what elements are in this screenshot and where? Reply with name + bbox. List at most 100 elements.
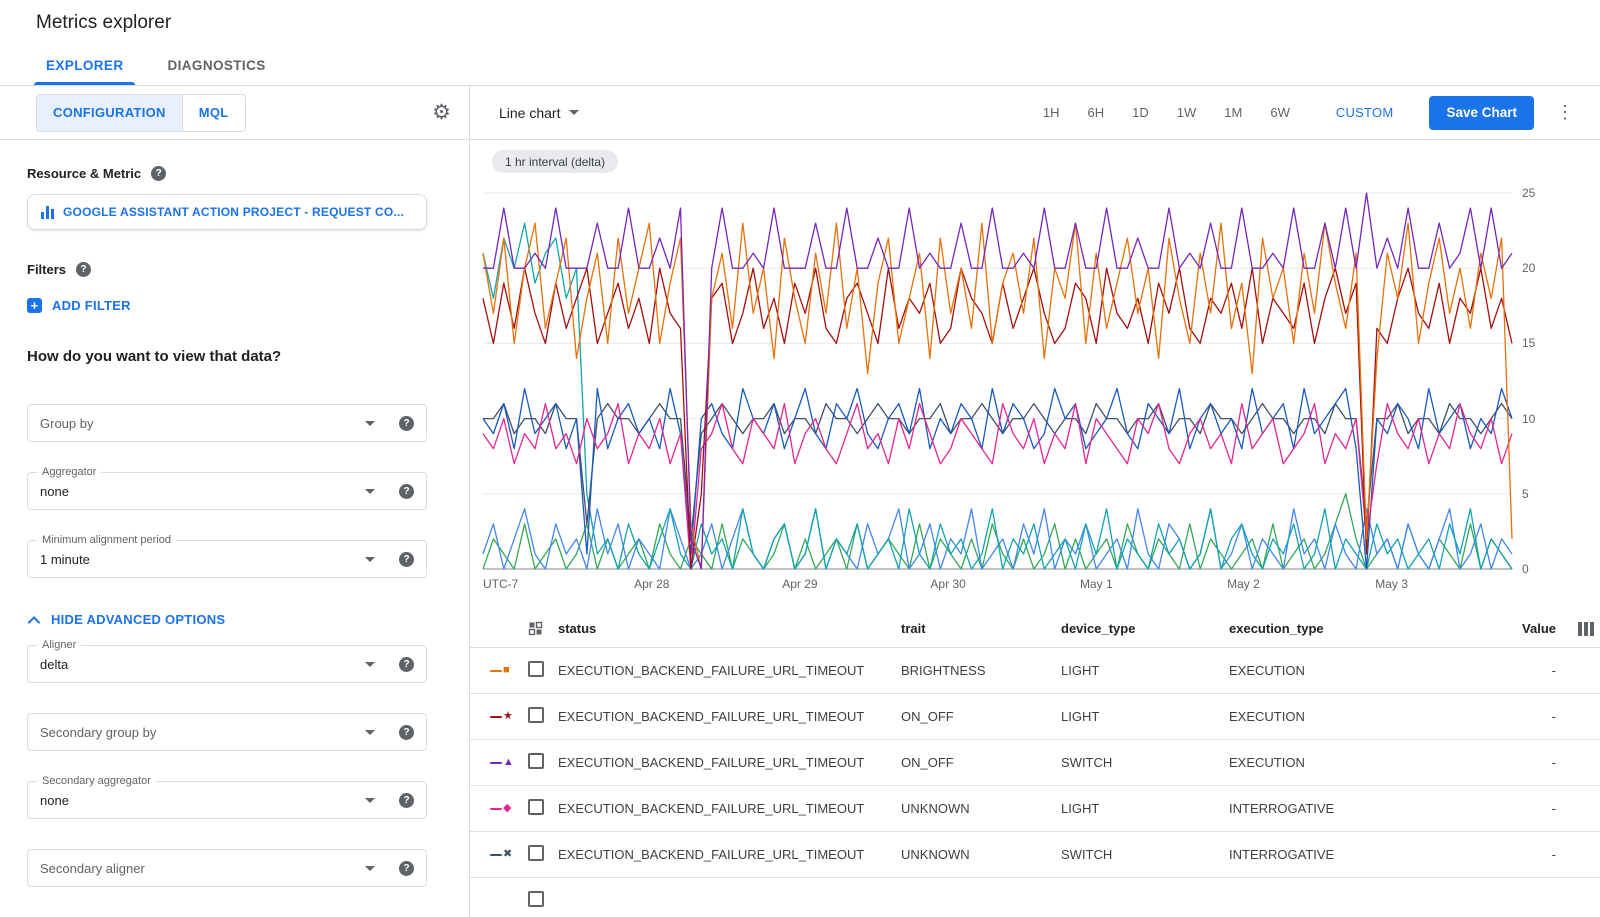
chart-panel: Line chart 1H 6H 1D 1W 1M 6W CUSTOM Save…: [470, 86, 1600, 917]
bar-chart-icon: [41, 205, 54, 219]
hide-advanced-options-button[interactable]: HIDE ADVANCED OPTIONS: [27, 610, 442, 628]
top-tabs: EXPLORER DIAGNOSTICS: [0, 45, 1600, 86]
aligner-value: delta: [40, 657, 365, 672]
series-line: [483, 223, 1512, 569]
row-device-type: SWITCH: [1061, 755, 1229, 770]
x-axis-labels: UTC-7Apr 28Apr 29Apr 30May 1May 2May 3: [483, 574, 1512, 596]
row-execution-type: EXECUTION: [1229, 709, 1486, 724]
row-checkbox[interactable]: [528, 799, 544, 815]
aligner-label: Aligner: [37, 639, 81, 651]
resource-metric-section: Resource & Metric ?: [27, 164, 442, 182]
row-value: -: [1486, 663, 1556, 678]
more-options-icon[interactable]: ⋮: [1548, 102, 1582, 123]
legend-toggle-grid-icon[interactable]: [528, 621, 558, 636]
col-status[interactable]: status: [558, 621, 901, 636]
secondary-aligner-field[interactable]: Secondary aligner ?: [27, 849, 427, 887]
interval-chip[interactable]: 1 hr interval (delta): [492, 150, 618, 173]
help-icon[interactable]: ?: [399, 484, 414, 499]
col-trait[interactable]: trait: [901, 621, 1061, 636]
filters-label: Filters: [27, 262, 66, 277]
row-execution-type: EXECUTION: [1229, 663, 1486, 678]
help-icon[interactable]: ?: [399, 725, 414, 740]
aggregator-label: Aggregator: [37, 466, 101, 478]
minimum-alignment-period-value: 1 minute: [40, 552, 365, 567]
row-execution-type: INTERROGATIVE: [1229, 801, 1486, 816]
configuration-panel: CONFIGURATION MQL ⚙ Resource & Metric ? …: [0, 86, 470, 917]
row-status: EXECUTION_BACKEND_FAILURE_URL_TIMEOUT: [558, 709, 901, 724]
help-icon[interactable]: ?: [151, 166, 166, 181]
secondary-aggregator-field[interactable]: Secondary aggregator none ?: [27, 781, 427, 819]
settings-gear-icon[interactable]: ⚙: [432, 102, 451, 123]
row-checkbox[interactable]: [528, 891, 544, 907]
help-icon[interactable]: ?: [76, 262, 91, 277]
plus-icon: +: [27, 298, 42, 313]
help-icon[interactable]: ?: [399, 793, 414, 808]
secondary-aggregator-value: none: [40, 793, 365, 808]
table-row: ■EXECUTION_BACKEND_FAILURE_URL_TIMEOUTBR…: [470, 648, 1600, 694]
secondary-group-by-field[interactable]: Secondary group by ?: [27, 713, 427, 751]
table-row: ▲EXECUTION_BACKEND_FAILURE_URL_TIMEOUTON…: [470, 740, 1600, 786]
range-6w-button[interactable]: 6W: [1256, 97, 1304, 128]
range-1h-button[interactable]: 1H: [1029, 97, 1074, 128]
help-icon[interactable]: ?: [399, 861, 414, 876]
range-1d-button[interactable]: 1D: [1118, 97, 1163, 128]
group-by-field[interactable]: Group by ?: [27, 404, 427, 442]
table-row: ◆EXECUTION_BACKEND_FAILURE_URL_TIMEOUTUN…: [470, 786, 1600, 832]
series-table: status trait device_type execution_type …: [470, 610, 1600, 917]
row-trait: UNKNOWN: [901, 801, 1061, 816]
secondary-aligner-label: Secondary aligner: [40, 861, 365, 876]
tab-explorer[interactable]: EXPLORER: [24, 45, 145, 85]
resource-metric-label: Resource & Metric: [27, 166, 141, 181]
row-checkbox[interactable]: [528, 707, 544, 723]
table-row: ★ EXECUTION_BACKEND_FAILURE_URL_TIMEOUTON…: [470, 694, 1600, 740]
metric-selector-button[interactable]: GOOGLE ASSISTANT ACTION PROJECT - REQUES…: [27, 194, 427, 230]
range-1w-button[interactable]: 1W: [1163, 97, 1211, 128]
row-checkbox[interactable]: [528, 845, 544, 861]
help-icon[interactable]: ?: [399, 657, 414, 672]
row-execution-type: INTERROGATIVE: [1229, 847, 1486, 862]
minimum-alignment-period-field[interactable]: Minimum alignment period 1 minute ?: [27, 540, 427, 578]
configuration-tab[interactable]: CONFIGURATION: [37, 95, 182, 131]
row-device-type: LIGHT: [1061, 801, 1229, 816]
line-chart[interactable]: [483, 185, 1512, 570]
table-header: status trait device_type execution_type …: [470, 610, 1600, 648]
filters-section: Filters ?: [27, 260, 442, 278]
chart-type-dropdown[interactable]: Line chart: [499, 105, 579, 121]
marker-dash: [490, 716, 502, 718]
help-icon[interactable]: ?: [399, 552, 414, 567]
mql-tab[interactable]: MQL: [182, 95, 245, 131]
chart-type-label: Line chart: [499, 105, 560, 121]
save-chart-button[interactable]: Save Chart: [1429, 96, 1534, 130]
marker-glyph: ◆: [503, 803, 511, 814]
aggregator-field[interactable]: Aggregator none ?: [27, 472, 427, 510]
tab-diagnostics[interactable]: DIAGNOSTICS: [145, 45, 287, 85]
hide-advanced-options-label: HIDE ADVANCED OPTIONS: [51, 612, 225, 627]
col-device-type[interactable]: device_type: [1061, 621, 1229, 636]
range-1m-button[interactable]: 1M: [1210, 97, 1256, 128]
y-tick-label: 0: [1522, 562, 1529, 576]
help-icon[interactable]: ?: [399, 416, 414, 431]
chevron-down-icon: [365, 866, 375, 871]
aligner-field[interactable]: Aligner delta ?: [27, 645, 427, 683]
row-device-type: LIGHT: [1061, 663, 1229, 678]
config-mql-toggle: CONFIGURATION MQL: [36, 94, 246, 132]
table-body: ■EXECUTION_BACKEND_FAILURE_URL_TIMEOUTBR…: [470, 648, 1600, 917]
x-tick-label: Apr 30: [930, 577, 965, 591]
column-settings-icon[interactable]: [1556, 622, 1600, 636]
row-value: -: [1486, 755, 1556, 770]
range-custom-button[interactable]: CUSTOM: [1322, 97, 1408, 128]
row-checkbox[interactable]: [528, 753, 544, 769]
row-device-type: SWITCH: [1061, 847, 1229, 862]
series-marker: ★: [490, 711, 528, 722]
col-value[interactable]: Value: [1486, 621, 1556, 636]
row-value: -: [1486, 847, 1556, 862]
row-checkbox[interactable]: [528, 661, 544, 677]
add-filter-button[interactable]: + ADD FILTER: [27, 296, 442, 314]
col-execution-type[interactable]: execution_type: [1229, 621, 1486, 636]
row-status: EXECUTION_BACKEND_FAILURE_URL_TIMEOUT: [558, 755, 901, 770]
secondary-aggregator-label: Secondary aggregator: [37, 775, 156, 787]
row-trait: ON_OFF: [901, 709, 1061, 724]
row-trait: UNKNOWN: [901, 847, 1061, 862]
range-6h-button[interactable]: 6H: [1074, 97, 1119, 128]
view-data-question: How do you want to view that data?: [27, 348, 442, 366]
